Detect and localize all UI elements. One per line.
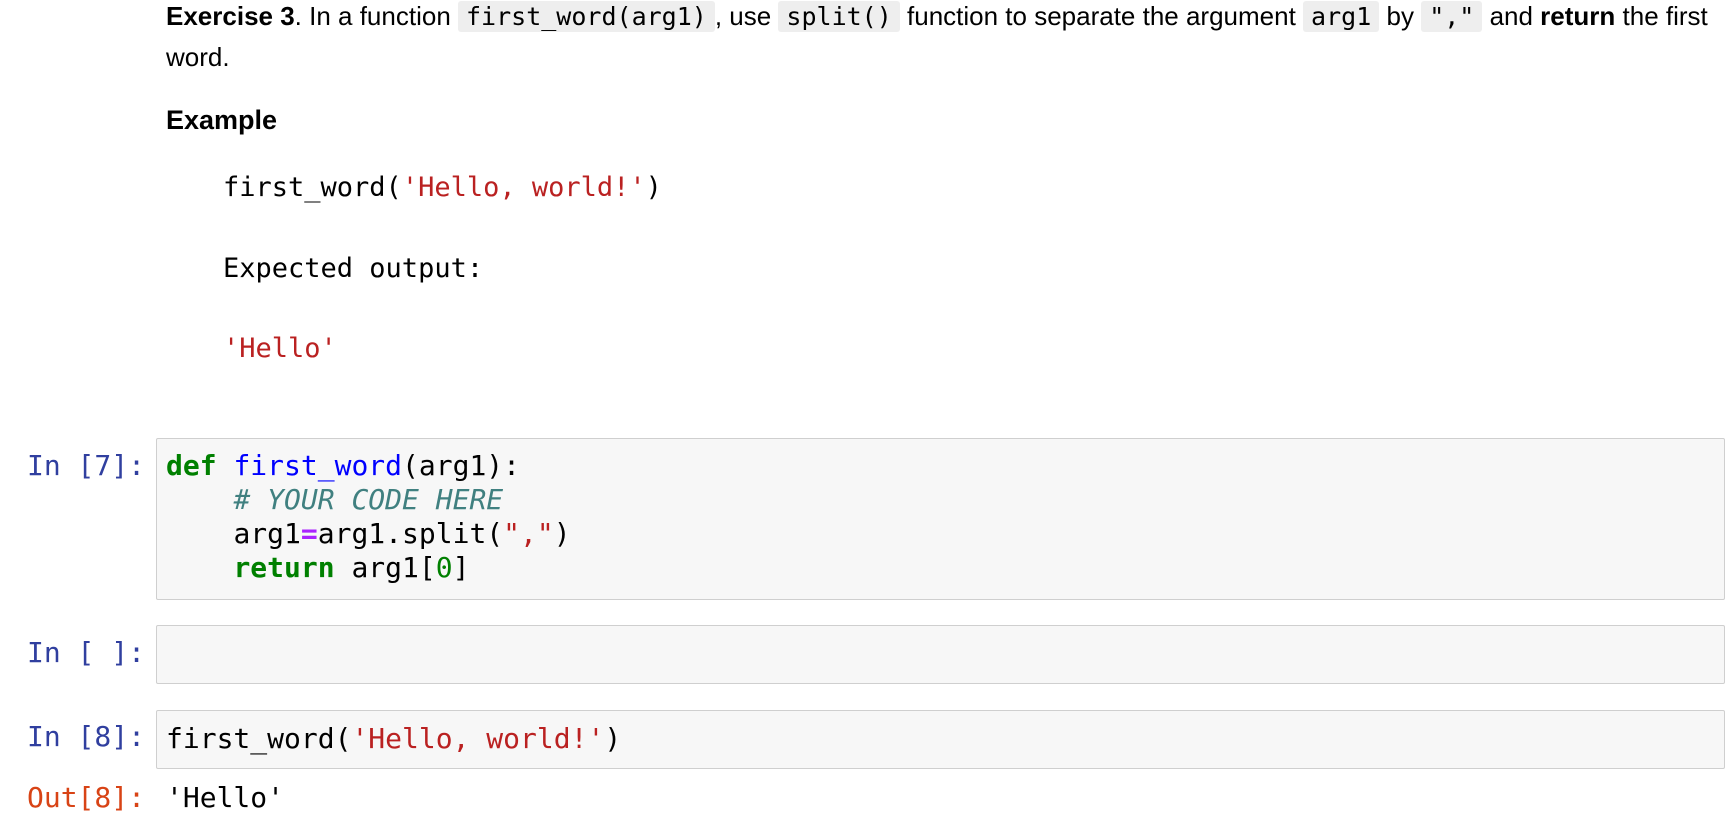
cell-8-editor[interactable]: first_word('Hello, world!') [156, 710, 1725, 769]
example-call-close: ) [645, 172, 662, 203]
call-string: 'Hello, world!' [351, 722, 605, 755]
cell-empty-prompt: In [ ]: [26, 636, 145, 669]
fn-name: first_word [233, 449, 403, 482]
desc-text-1: . In a function [294, 1, 458, 31]
cell-7-editor[interactable]: def first_word(arg1): # YOUR CODE HERE a… [156, 438, 1725, 600]
fn-params: (arg1): [402, 449, 521, 482]
inline-code-comma: "," [1421, 1, 1483, 32]
cell-8-output: 'Hello' [166, 781, 285, 814]
example-heading: Example [166, 105, 278, 135]
desc-text-3: function to separate the argument [899, 1, 1304, 31]
code-line-1: def first_word(arg1): [166, 449, 520, 483]
kw-def: def [166, 449, 217, 482]
inline-code-arg: arg1 [1303, 1, 1380, 32]
cell-empty-editor[interactable] [156, 625, 1725, 684]
exercise-description: Exercise 3. In a function first_word(arg… [166, 0, 1726, 77]
example-call: first_word('Hello, world!') [223, 170, 662, 206]
return-label: return [1540, 1, 1616, 31]
code-line-4: return arg1[0] [166, 551, 469, 585]
assign-operator: = [300, 517, 318, 550]
index-close: ] [452, 551, 470, 584]
example-call-string: 'Hello, world!' [401, 172, 646, 203]
desc-text-2: , use [714, 1, 779, 31]
expected-output-value: 'Hello' [223, 333, 337, 364]
cell-8-prompt: In [8]: [26, 720, 145, 753]
assign-target: arg1 [233, 517, 301, 550]
split-call: arg1.split( [317, 517, 504, 550]
cell-8-code-line: first_word('Hello, world!') [166, 722, 621, 756]
desc-text-4: by [1379, 1, 1422, 31]
split-arg-string: "," [503, 517, 554, 550]
code-comment: # YOUR CODE HERE [233, 483, 504, 516]
cell-8-out-prompt: Out[8]: [26, 781, 145, 814]
call-fn: first_word( [166, 722, 352, 755]
call-close: ) [604, 722, 622, 755]
code-line-3: arg1=arg1.split(",") [166, 517, 571, 551]
kw-return: return [233, 551, 335, 584]
desc-text-5: and [1482, 1, 1541, 31]
index-number: 0 [435, 551, 453, 584]
cell-7-prompt: In [7]: [26, 449, 145, 482]
inline-code-split: split() [778, 1, 900, 32]
expected-output-label: Expected output: [223, 253, 484, 284]
code-line-2: # YOUR CODE HERE [166, 483, 503, 517]
split-close: ) [553, 517, 571, 550]
exercise-label: Exercise 3 [166, 1, 295, 31]
return-expr: arg1[ [334, 551, 436, 584]
example-call-fn: first_word( [223, 172, 402, 203]
inline-code-function: first_word(arg1) [458, 1, 715, 32]
